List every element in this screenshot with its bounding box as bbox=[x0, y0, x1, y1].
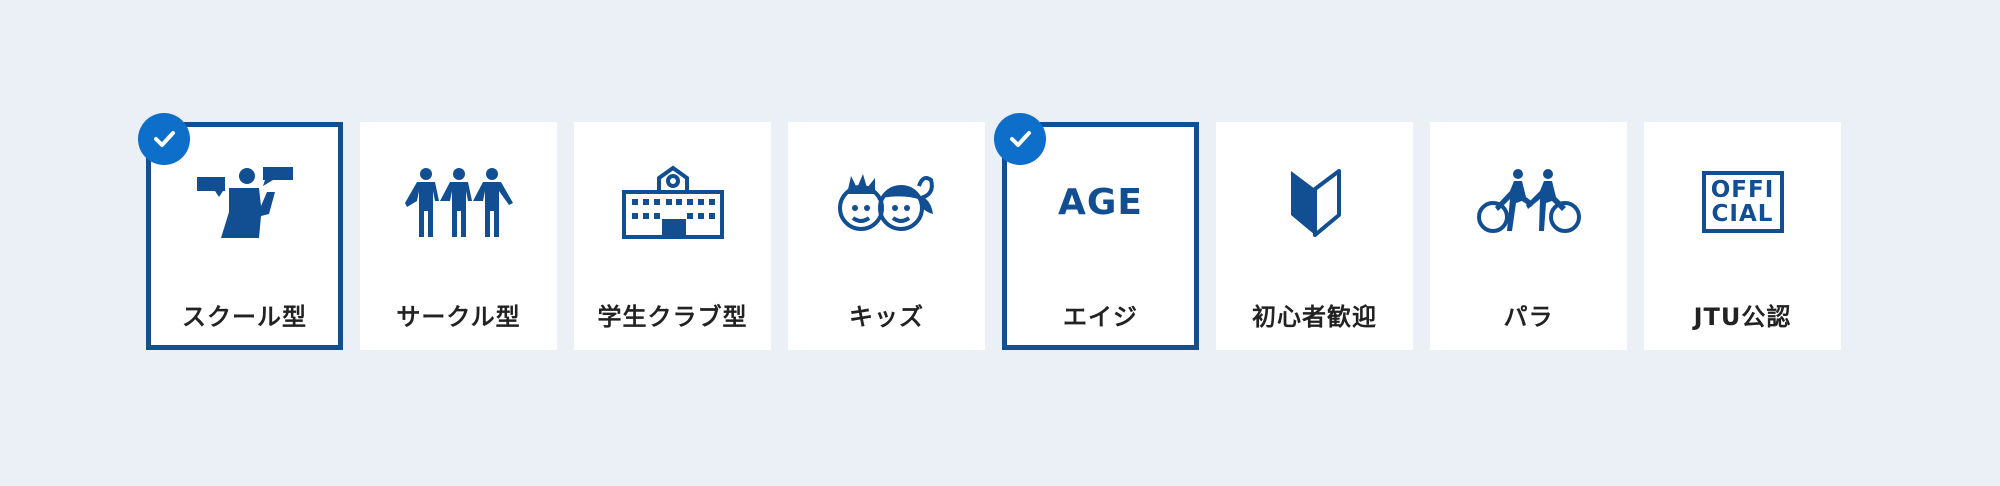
official-icon-text-top: OFFI bbox=[1710, 177, 1775, 203]
category-card-jtu-official[interactable]: OFFI CIAL JTU公認 bbox=[1644, 122, 1841, 350]
category-label: パラ bbox=[1503, 303, 1554, 331]
category-card-kids[interactable]: キッズ bbox=[788, 122, 985, 350]
category-card-age[interactable]: AGE エイジ bbox=[994, 113, 1199, 350]
student-club-icon bbox=[613, 157, 733, 247]
category-card-student-club[interactable]: 学生クラブ型 bbox=[574, 122, 771, 350]
category-label: サークル型 bbox=[396, 303, 521, 331]
circle-type-icon bbox=[399, 157, 519, 247]
category-card-circle[interactable]: サークル型 bbox=[360, 122, 557, 350]
beginner-mark-icon bbox=[1255, 157, 1375, 247]
category-card-beginner[interactable]: 初心者歓迎 bbox=[1216, 122, 1413, 350]
selected-check-icon bbox=[138, 113, 190, 165]
category-card-para[interactable]: パラ bbox=[1430, 122, 1627, 350]
category-label: 学生クラブ型 bbox=[597, 303, 748, 331]
category-filter-row: スクール型 サークル型 学生クラブ型 キッズ AGE エイジ 初心者歓迎 パラ … bbox=[138, 113, 1841, 350]
category-label: スクール型 bbox=[182, 303, 307, 331]
kids-icon bbox=[827, 157, 947, 247]
category-card-school[interactable]: スクール型 bbox=[138, 113, 343, 350]
age-icon-text: AGE bbox=[1057, 181, 1143, 223]
para-tandem-bike-icon bbox=[1469, 157, 1589, 247]
age-icon: AGE bbox=[1041, 157, 1161, 247]
official-icon-text-bottom: CIAL bbox=[1711, 201, 1774, 227]
category-label: キッズ bbox=[849, 303, 924, 331]
selected-check-icon bbox=[994, 113, 1046, 165]
category-label: エイジ bbox=[1063, 303, 1138, 331]
category-label: JTU公認 bbox=[1693, 303, 1792, 331]
school-type-icon bbox=[185, 157, 305, 247]
category-label: 初心者歓迎 bbox=[1252, 303, 1377, 331]
official-icon: OFFI CIAL bbox=[1683, 157, 1803, 247]
